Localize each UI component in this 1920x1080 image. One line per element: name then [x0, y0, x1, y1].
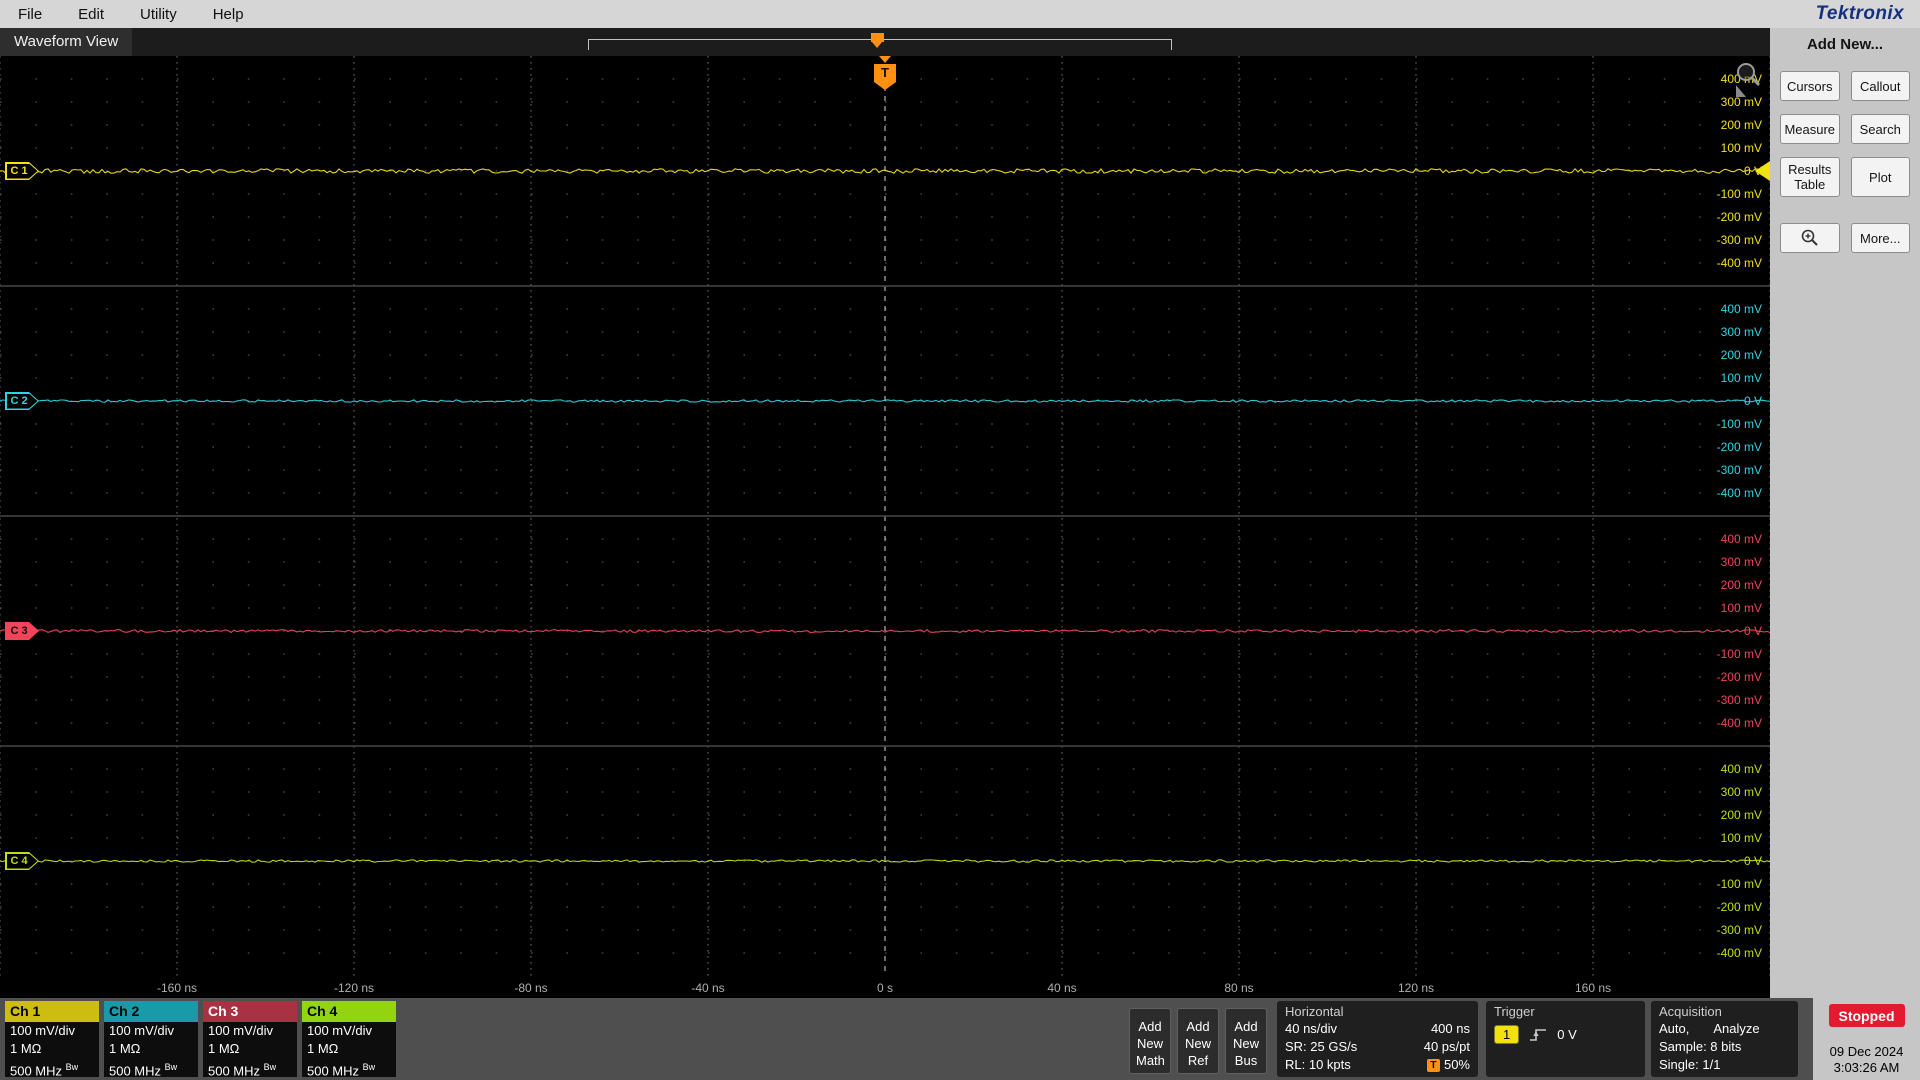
bottom-row: Ch 1 100 mV/div 1 MΩ 500 MHz Bw Ch 2 100 mV/d…: [0, 998, 1920, 1080]
acquisition-title: Acquisition: [1659, 1004, 1722, 1019]
trigger-level-arrow[interactable]: [1755, 161, 1770, 181]
more-button-row: More...: [1770, 197, 1920, 253]
more-button[interactable]: More...: [1850, 223, 1910, 253]
right-panel: Add New... Cursors Callout Measure Searc…: [1770, 28, 1920, 998]
channel-vdiv-label: 100 mV/div: [307, 1023, 373, 1038]
time-label: -160 ns: [156, 981, 198, 995]
waveform-graticule: [0, 56, 1770, 976]
channel-impedance-label: 1 MΩ: [10, 1041, 42, 1056]
time-label: 160 ns: [1574, 981, 1612, 995]
magnifier-plus-icon: [1801, 229, 1818, 246]
run-stop-status-button[interactable]: Stopped: [1828, 1004, 1905, 1027]
channel-settings-group: Ch 1 100 mV/div 1 MΩ 500 MHz Bw Ch 2 100 mV/d…: [5, 1001, 396, 1079]
channel-settings-button-1[interactable]: Ch 1 100 mV/div 1 MΩ 500 MHz Bw: [5, 1001, 99, 1079]
sample-rate: SR: 25 GS/s: [1285, 1039, 1358, 1054]
bandwidth-limit-icon: Bw: [65, 1062, 79, 1072]
add-new-ref-button[interactable]: Add New Ref: [1177, 1008, 1219, 1074]
waveform-display[interactable]: 400 mV300 mV200 mV100 mV0 V-100 mV-200 m…: [0, 56, 1770, 998]
channel-bandwidth-label: 500 MHz Bw: [307, 1062, 376, 1079]
channel-handle-4[interactable]: C 4: [5, 852, 39, 870]
channel-settings-button-4[interactable]: Ch 4 100 mV/div 1 MΩ 500 MHz Bw: [302, 1001, 396, 1079]
channel-settings-button-2[interactable]: Ch 2 100 mV/div 1 MΩ 500 MHz Bw: [104, 1001, 198, 1079]
menu-file[interactable]: File: [0, 6, 60, 23]
time-label: 40 ns: [1047, 981, 1077, 995]
channel-settings-button-3[interactable]: Ch 3 100 mV/div 1 MΩ 500 MHz Bw: [203, 1001, 297, 1079]
add-new-math-button[interactable]: Add New Math: [1129, 1008, 1171, 1074]
channel-handle-3[interactable]: C 3: [5, 622, 39, 640]
time-labels: -160 ns -120 ns -80 ns -40 ns 0 s 40 ns 80 ns 1…: [0, 976, 1770, 998]
bandwidth-limit-icon: Bw: [362, 1062, 376, 1072]
time-label: -40 ns: [691, 981, 725, 995]
time-label: 0 s: [876, 981, 894, 995]
trigger-source-badge[interactable]: 1: [1494, 1025, 1520, 1044]
time-label: 80 ns: [1224, 981, 1254, 995]
time-label: 120 ns: [1397, 981, 1435, 995]
waveform-view-header: Waveform View: [0, 28, 1770, 56]
tekscope-app: File Edit Utility Help Tektronix Wavefor…: [0, 0, 1920, 1080]
channel-impedance-label: 1 MΩ: [307, 1041, 339, 1056]
channel-name-label: Ch 3: [203, 1001, 297, 1022]
trigger-level-value: 0 V: [1557, 1027, 1577, 1042]
horizontal-span: 400 ns: [1430, 1021, 1470, 1036]
content-area: Waveform View 400 mV300 mV200 mV100 mV0 …: [0, 28, 1920, 998]
plot-button[interactable]: Plot: [1850, 157, 1910, 197]
horizontal-scale: 40 ns/div: [1285, 1021, 1338, 1036]
channel-bandwidth-label: 500 MHz Bw: [109, 1062, 178, 1079]
waveform-window: Waveform View 400 mV300 mV200 mV100 mV0 …: [0, 28, 1770, 998]
channel-name-label: Ch 2: [104, 1001, 198, 1022]
magnifier-icon[interactable]: [1732, 61, 1762, 104]
channel-vdiv-label: 100 mV/div: [208, 1023, 274, 1038]
tektronix-logo: Tektronix: [1815, 3, 1904, 24]
waveform-view-title: Waveform View: [0, 28, 133, 56]
bandwidth-limit-icon: Bw: [164, 1062, 178, 1072]
trigger-panel[interactable]: Trigger 1 0 V: [1486, 1001, 1645, 1077]
channel-handle-2[interactable]: C 2: [5, 392, 39, 410]
channel-handle-1[interactable]: C 1: [5, 162, 39, 180]
status-bar: Ch 1 100 mV/div 1 MΩ 500 MHz Bw Ch 2 100 mV/d…: [0, 998, 1813, 1080]
trigger-flag[interactable]: T: [874, 64, 896, 82]
acquisition-sample: Sample: 8 bits: [1659, 1039, 1742, 1054]
menu-bar: File Edit Utility Help Tektronix: [0, 0, 1920, 28]
search-button[interactable]: Search: [1850, 114, 1910, 144]
date-label: 09 Dec 2024: [1829, 1044, 1904, 1059]
menu-utility[interactable]: Utility: [122, 6, 195, 23]
rising-edge-icon: [1530, 1028, 1547, 1041]
bottom-right-status: Stopped 09 Dec 2024 3:03:26 AM: [1813, 998, 1920, 1080]
channel-bandwidth-label: 500 MHz Bw: [208, 1062, 277, 1079]
acquisition-mode: Auto,: [1659, 1021, 1690, 1036]
results-table-button[interactable]: Results Table: [1780, 157, 1840, 197]
trigger-position-marker[interactable]: [871, 33, 884, 48]
channel-bandwidth-label: 500 MHz Bw: [10, 1062, 79, 1079]
horizontal-title: Horizontal: [1285, 1004, 1344, 1019]
callout-button[interactable]: Callout: [1850, 71, 1910, 101]
measure-button[interactable]: Measure: [1780, 114, 1840, 144]
acquisition-single: Single: 1/1: [1659, 1057, 1721, 1072]
time-label: -120 ns: [333, 981, 375, 995]
acquisition-panel[interactable]: Acquisition Auto, Analyze Sample: 8 bits…: [1651, 1001, 1798, 1077]
acquisition-analyze: Analyze: [1713, 1021, 1760, 1036]
trigger-title: Trigger: [1494, 1004, 1535, 1019]
time-label: 3:03:26 AM: [1833, 1060, 1900, 1075]
bandwidth-limit-icon: Bw: [263, 1062, 277, 1072]
add-new-group: Add New Math Add New Ref Add New Bus: [1129, 1008, 1267, 1074]
channel-name-label: Ch 4: [302, 1001, 396, 1022]
cursors-button[interactable]: Cursors: [1780, 71, 1840, 101]
record-length: RL: 10 kpts: [1285, 1057, 1351, 1072]
horizontal-panel[interactable]: Horizontal 40 ns/div 400 ns SR: 25 GS/s …: [1277, 1001, 1478, 1077]
zoom-tool-button[interactable]: [1780, 223, 1840, 253]
add-new-button-grid: Cursors Callout Measure Search Results T…: [1770, 53, 1920, 197]
horizontal-position: 50%: [1443, 1057, 1470, 1072]
time-label: -80 ns: [514, 981, 548, 995]
channel-name-label: Ch 1: [5, 1001, 99, 1022]
add-new-title: Add New...: [1806, 36, 1884, 53]
resolution: 40 ps/pt: [1423, 1039, 1470, 1054]
channel-impedance-label: 1 MΩ: [208, 1041, 240, 1056]
channel-impedance-label: 1 MΩ: [109, 1041, 141, 1056]
channel-vdiv-label: 100 mV/div: [109, 1023, 175, 1038]
add-new-bus-button[interactable]: Add New Bus: [1225, 1008, 1267, 1074]
trigger-position-icon: T: [1426, 1058, 1440, 1072]
menu-edit[interactable]: Edit: [60, 6, 122, 23]
menu-help[interactable]: Help: [195, 6, 262, 23]
channel-vdiv-label: 100 mV/div: [10, 1023, 76, 1038]
